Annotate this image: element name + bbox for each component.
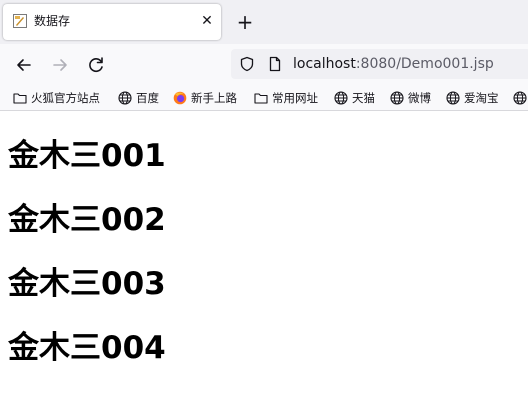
heading-4: 金木三004 <box>8 330 166 366</box>
url-text[interactable]: localhost:8080/Demo001.jsp <box>293 55 494 73</box>
folder-icon <box>254 93 268 104</box>
page-favicon-icon <box>13 14 27 28</box>
firefox-icon <box>173 91 187 105</box>
folder-icon <box>13 93 27 104</box>
heading-2: 金木三002 <box>8 202 166 238</box>
bookmark-label: 火狐官方站点 <box>31 91 100 105</box>
bookmark-label: 常用网址 <box>272 91 318 105</box>
page-icon[interactable] <box>267 56 283 72</box>
plus-icon[interactable]: + <box>235 12 255 32</box>
bookmarks-toolbar: 火狐官方站点 百度 新手上路 常用网址 天猫 微博 爱淘宝 <box>0 86 528 111</box>
url-bar[interactable]: localhost:8080/Demo001.jsp <box>231 49 528 79</box>
shield-icon[interactable] <box>239 56 255 72</box>
heading-3: 金木三003 <box>8 266 166 302</box>
close-icon[interactable]: ✕ <box>199 13 215 29</box>
url-path: :8080/Demo001.jsp <box>355 56 494 72</box>
globe-icon <box>334 91 348 105</box>
bookmark-label: 爱淘宝 <box>464 91 499 105</box>
navigation-toolbar: localhost:8080/Demo001.jsp <box>0 44 528 86</box>
reload-icon[interactable] <box>84 53 108 77</box>
bookmark-label: 百度 <box>136 91 159 105</box>
globe-icon <box>513 91 527 105</box>
bookmark-label: 天猫 <box>352 91 375 105</box>
tab-strip: 数据存 ✕ + <box>0 0 528 44</box>
tab-active[interactable]: 数据存 ✕ <box>3 4 221 40</box>
tab-title: 数据存 <box>34 14 71 28</box>
bookmark-label: 新手上路 <box>191 91 237 105</box>
globe-icon <box>446 91 460 105</box>
heading-1: 金木三001 <box>8 138 166 174</box>
forward-arrow-icon[interactable] <box>48 53 72 77</box>
back-arrow-icon[interactable] <box>12 53 36 77</box>
bookmark-label: 微博 <box>408 91 431 105</box>
url-host: localhost <box>293 56 356 72</box>
globe-icon <box>390 91 404 105</box>
globe-icon <box>118 91 132 105</box>
